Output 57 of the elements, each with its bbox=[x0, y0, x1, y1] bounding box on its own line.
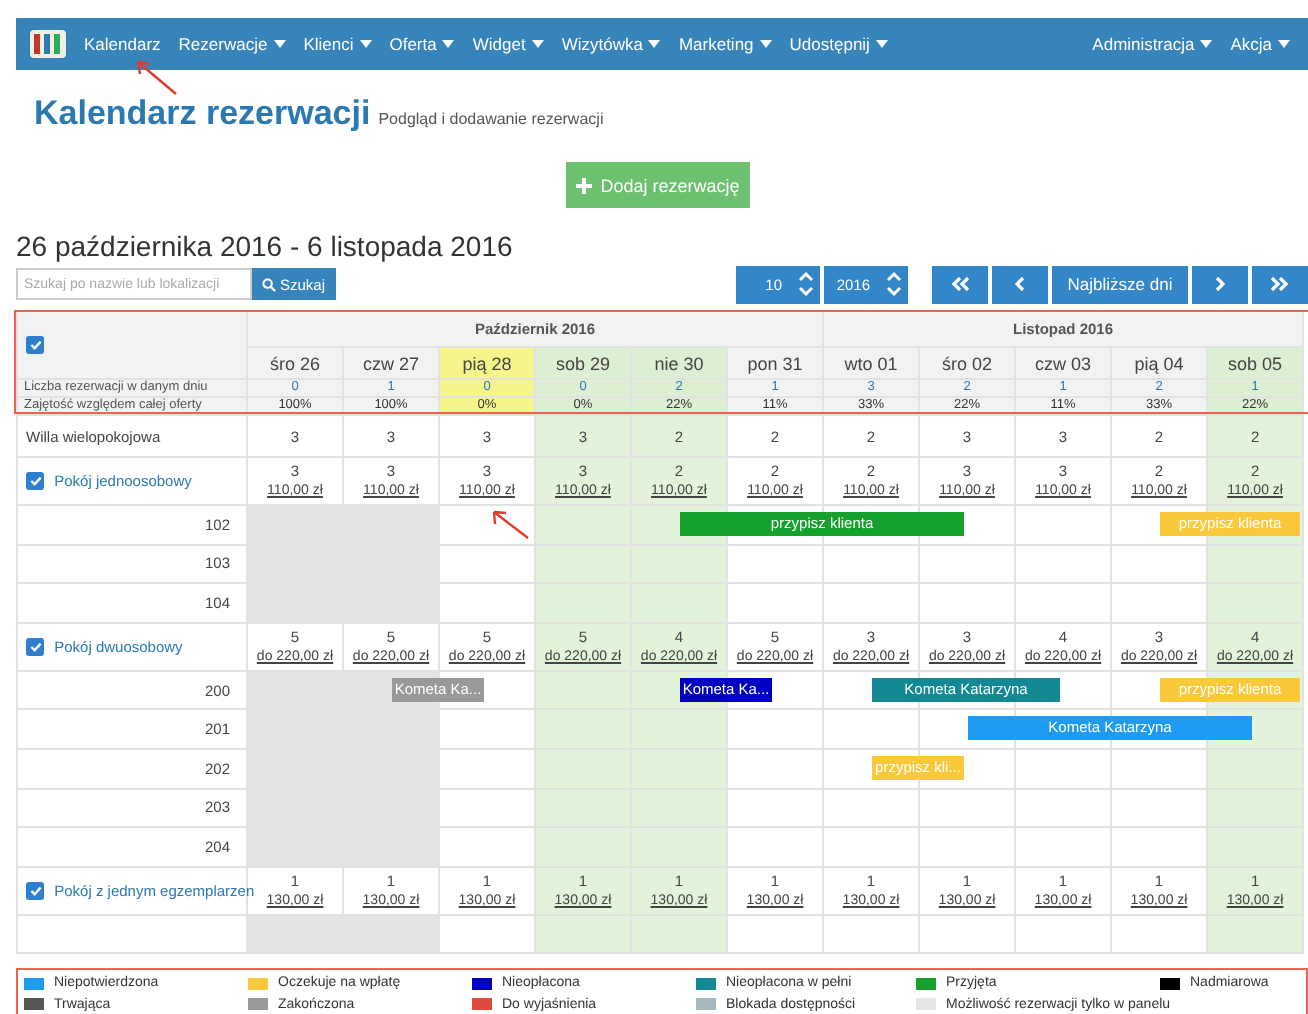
checkmark-icon bbox=[29, 476, 41, 487]
select-all-checkbox[interactable] bbox=[26, 336, 44, 355]
caret-icon bbox=[442, 40, 455, 48]
day-header: wto 01 bbox=[823, 347, 920, 379]
caret-icon bbox=[359, 40, 372, 48]
annotation-arrow bbox=[132, 56, 180, 96]
room-type-checkbox[interactable] bbox=[26, 638, 44, 657]
chevron-left-icon bbox=[1014, 276, 1026, 292]
previous-button[interactable] bbox=[992, 265, 1048, 303]
nav-menu-item[interactable]: Akcja bbox=[1230, 34, 1290, 54]
day-header: pią 04 bbox=[1111, 347, 1208, 379]
day-header: nie 30 bbox=[631, 347, 727, 379]
room-type-checkbox[interactable] bbox=[26, 882, 44, 900]
double-chevron-right-icon bbox=[1270, 276, 1290, 292]
checkmark-icon bbox=[29, 642, 41, 653]
first-page-button[interactable] bbox=[932, 265, 988, 303]
day-header: śro 02 bbox=[919, 347, 1016, 379]
nav-menu-item[interactable]: Wizytówka bbox=[561, 34, 661, 54]
double-chevron-left-icon bbox=[950, 276, 970, 292]
search-icon bbox=[262, 277, 276, 291]
day-header: pon 31 bbox=[727, 347, 824, 379]
caret-icon bbox=[1200, 40, 1213, 48]
nav-menu-item[interactable]: Widget bbox=[472, 34, 544, 54]
spinner-arrows-icon bbox=[886, 270, 902, 298]
last-page-button[interactable] bbox=[1252, 265, 1308, 303]
day-header: czw 27 bbox=[343, 347, 439, 379]
caret-icon bbox=[1278, 40, 1290, 48]
checkmark-icon bbox=[29, 340, 41, 351]
caret-icon bbox=[875, 40, 888, 48]
plus-icon bbox=[576, 177, 593, 193]
page-subtitle: Podgląd i dodawanie rezerwacji bbox=[378, 110, 604, 128]
day-header: śro 26 bbox=[247, 347, 343, 379]
caret-icon bbox=[273, 40, 286, 48]
nav-menu-item[interactable]: Marketing bbox=[678, 34, 772, 54]
nav-menu-item[interactable]: Kalendarz bbox=[84, 34, 161, 54]
annotation-arrow bbox=[488, 506, 532, 542]
room-type-checkbox[interactable] bbox=[26, 472, 44, 491]
chevron-right-icon bbox=[1214, 276, 1226, 292]
date-range-heading: 26 października 2016 - 6 listopada 2016 bbox=[16, 230, 515, 262]
page-title: Kalendarz rezerwacji bbox=[34, 94, 371, 134]
nav-menu-item[interactable]: Klienci bbox=[303, 34, 372, 54]
caret-icon bbox=[531, 40, 544, 48]
day-header: czw 03 bbox=[1015, 347, 1112, 379]
nav-menu-item[interactable]: Oferta bbox=[389, 34, 455, 54]
checkmark-icon bbox=[29, 886, 41, 896]
next-button[interactable] bbox=[1192, 265, 1248, 303]
day-header: sob 05 bbox=[1207, 347, 1304, 379]
day-header: pią 28 bbox=[439, 347, 535, 379]
day-header: sob 29 bbox=[535, 347, 631, 379]
caret-icon bbox=[759, 40, 772, 48]
spinner-arrows-icon bbox=[798, 270, 814, 298]
nav-menu-item[interactable]: Administracja bbox=[1092, 34, 1213, 54]
nav-menu-item[interactable]: Udostępnij bbox=[789, 34, 888, 54]
nearest-days-button[interactable]: Najbliższe dni bbox=[1052, 265, 1188, 303]
caret-icon bbox=[648, 40, 661, 48]
logo-icon[interactable] bbox=[28, 26, 68, 62]
nav-menu-item[interactable]: Rezerwacje bbox=[178, 34, 286, 54]
